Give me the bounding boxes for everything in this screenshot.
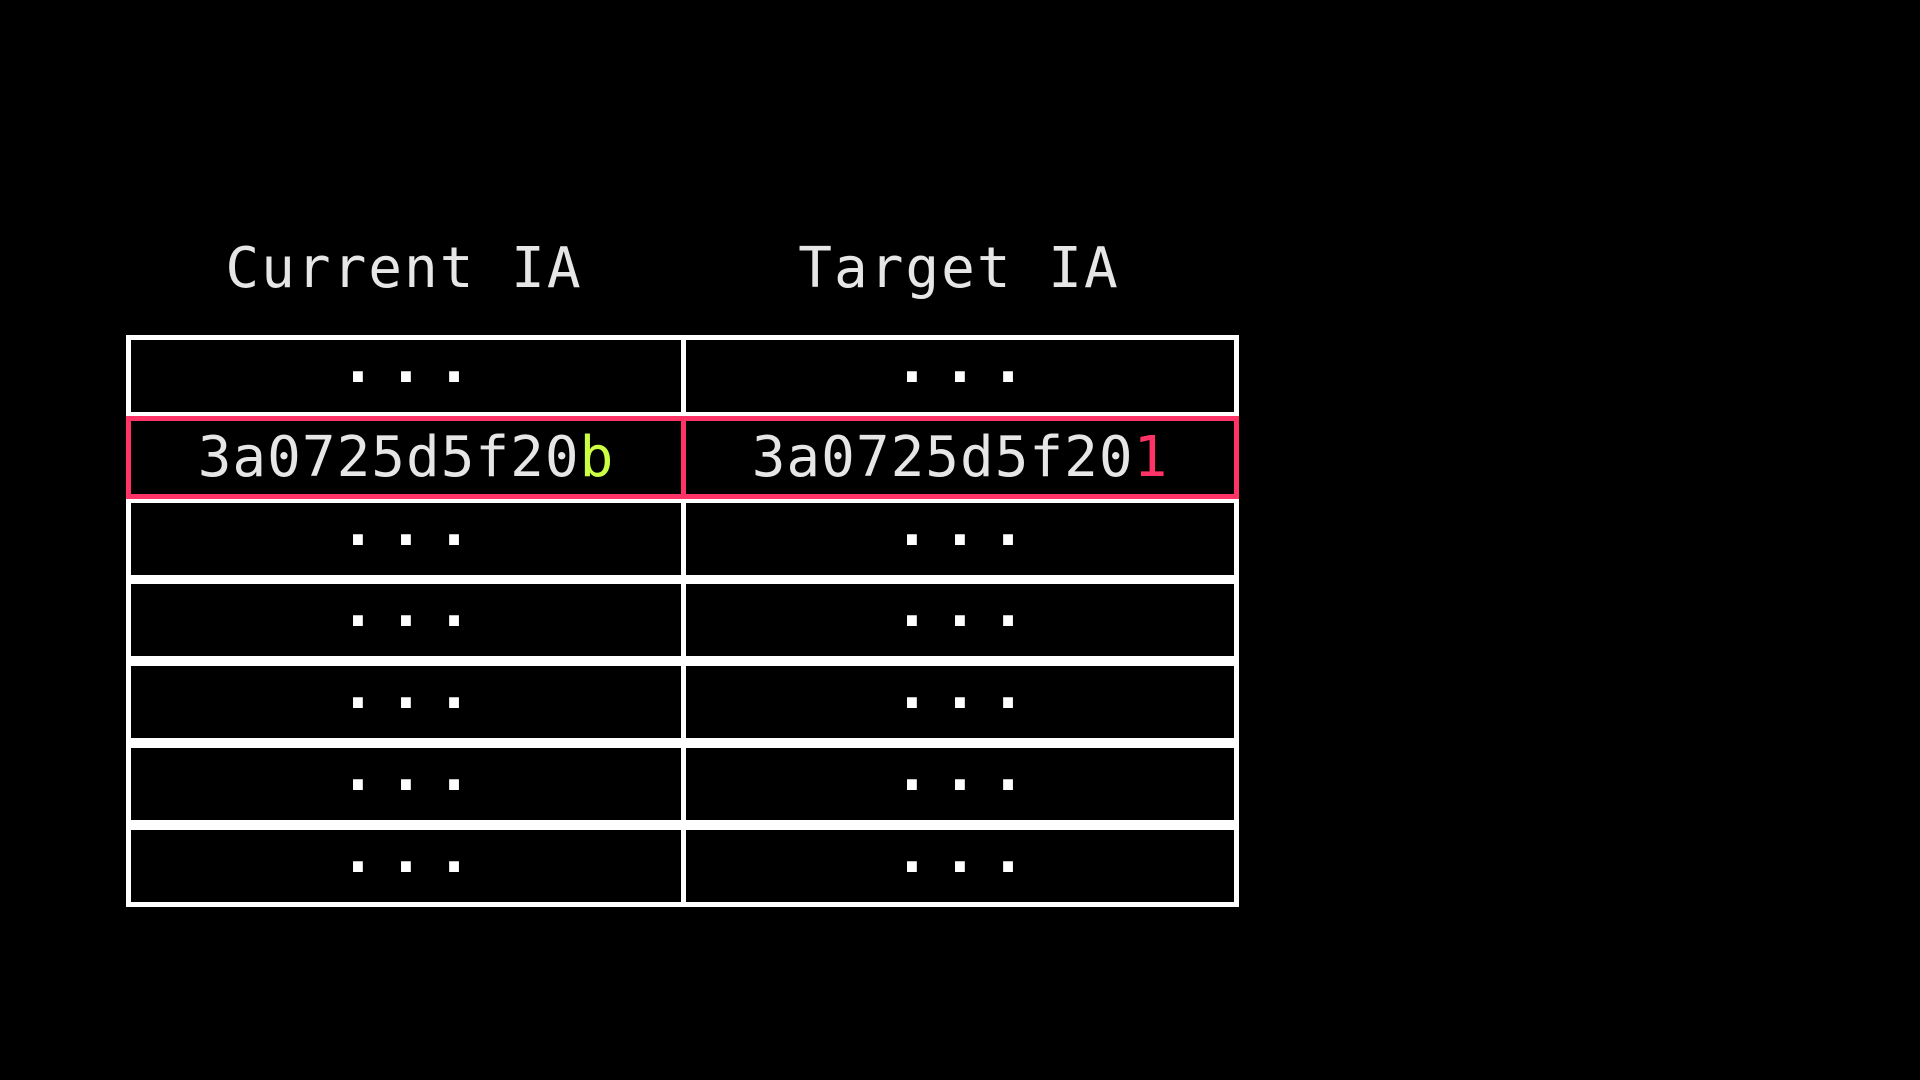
table-row: ... ... [126, 327, 1239, 417]
ia-comparison-table: ... ... 3a0725d5f20b 3a0725d5f201 ... ..… [126, 327, 1239, 907]
target-ellipsis: ... [893, 571, 1039, 641]
target-ellipsis: ... [893, 327, 1039, 397]
target-ellipsis: ... [893, 490, 1039, 560]
target-hash-prefix: 3a0725d5f20 [751, 425, 1134, 490]
current-ellipsis: ... [339, 490, 485, 560]
target-ia-header: Target IA [798, 236, 1120, 301]
current-hash: 3a0725d5f20b [131, 421, 681, 494]
target-ellipsis: ... [893, 735, 1039, 805]
table-row: ... ... [126, 735, 1239, 825]
target-hash-diff-char: 1 [1133, 425, 1169, 490]
target-ellipsis: ... [893, 653, 1039, 723]
current-ia-header: Current IA [225, 236, 583, 301]
table-row: ... ... [126, 653, 1239, 743]
current-ellipsis: ... [339, 327, 485, 397]
current-ellipsis: ... [339, 817, 485, 887]
target-ellipsis: ... [893, 817, 1039, 887]
current-ellipsis: ... [339, 735, 485, 805]
table-row: ... ... [126, 490, 1239, 580]
target-hash: 3a0725d5f201 [686, 421, 1234, 494]
current-ellipsis: ... [339, 571, 485, 641]
current-ellipsis: ... [339, 653, 485, 723]
table-row: ... ... [126, 571, 1239, 661]
current-hash-prefix: 3a0725d5f20 [197, 425, 580, 490]
table-row: ... ... [126, 817, 1239, 907]
current-hash-diff-char: b [579, 425, 615, 490]
highlighted-row: 3a0725d5f20b 3a0725d5f201 [126, 416, 1239, 499]
